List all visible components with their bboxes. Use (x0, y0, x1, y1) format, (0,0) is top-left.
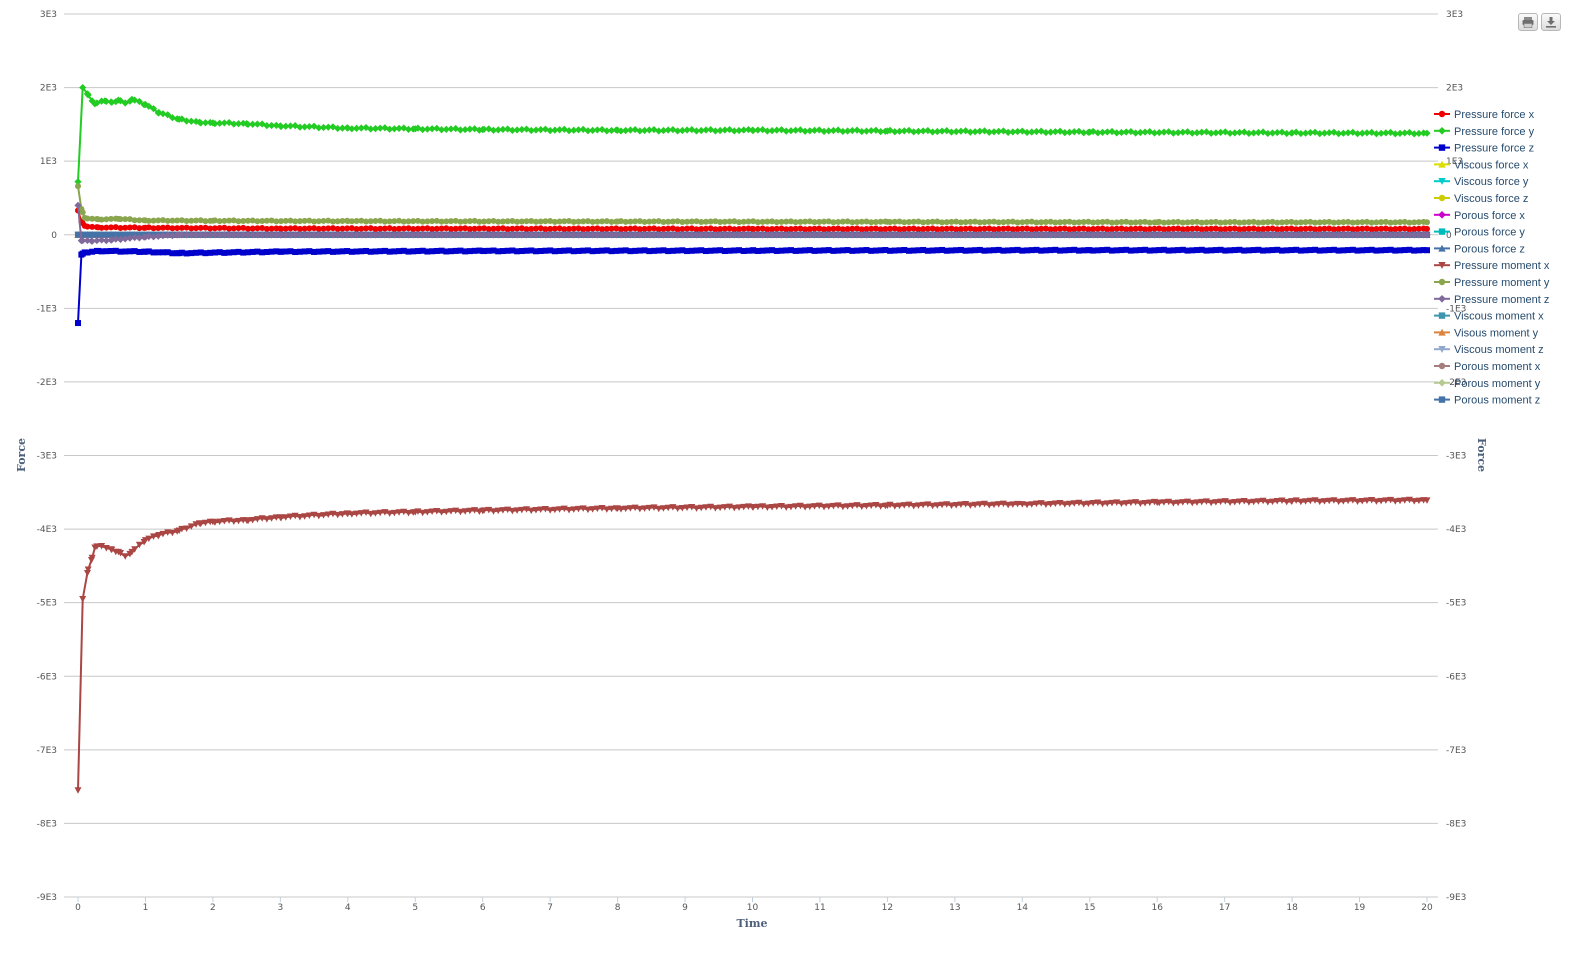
y-tick-label: 1E3 (40, 157, 57, 167)
x-tick-label: 3 (277, 903, 283, 913)
x-tick-label: 8 (615, 903, 621, 913)
y-tick-label-right: -9E3 (1446, 893, 1466, 903)
data-point (79, 209, 86, 216)
series-lines (74, 83, 1431, 794)
y-tick-label-right: -5E3 (1446, 599, 1466, 609)
x-tick-label: 10 (747, 903, 759, 913)
y-tick-label-right: -6E3 (1446, 672, 1466, 682)
x-tick-label: 0 (75, 903, 81, 913)
y-tick-label-right: 2E3 (1446, 84, 1463, 94)
grid-lines (64, 13, 1438, 898)
y-tick-label-right: 3E3 (1446, 10, 1463, 20)
x-tick-label: 2 (210, 903, 216, 913)
x-tick-label: 18 (1286, 903, 1298, 913)
y-tick-label: -9E3 (37, 893, 57, 903)
y-tick-label-right: -4E3 (1446, 525, 1466, 535)
x-tick-label: 4 (345, 903, 351, 913)
series-pressure-moment-x (74, 496, 1431, 794)
y-tick-label: 3E3 (40, 10, 57, 20)
force-time-chart: 3E3 2E3 1E3 0 -1E3 -2E3 -3E3 -4E3 -5E3 -6E3 -7E3 -8… (15, 10, 1550, 930)
data-point (74, 787, 82, 794)
data-point (121, 553, 129, 560)
y-tick-label: -6E3 (37, 672, 57, 682)
y-tick-label: -7E3 (37, 746, 57, 756)
x-tick-label: 1 (143, 903, 149, 913)
x-tick-label: 6 (480, 903, 486, 913)
x-tick-label: 17 (1219, 903, 1230, 913)
data-point (79, 595, 87, 603)
y-tick-label: -1E3 (37, 304, 57, 314)
series-pressure-force-z (75, 246, 1430, 327)
data-point (1424, 247, 1430, 254)
data-point (1424, 225, 1430, 232)
y-tick-label: 0 (51, 231, 57, 241)
y-tick-label-right: -7E3 (1446, 746, 1466, 756)
y-tick-label: -3E3 (37, 452, 57, 462)
x-tick-label: 9 (682, 903, 688, 913)
x-tick-label: 14 (1017, 903, 1029, 913)
series-pressure-moment-y (75, 183, 1430, 226)
x-axis-ticks: 0 1 2 3 4 5 6 7 8 9 10 11 12 13 14 15 16 17 18 19 20 (75, 897, 1433, 913)
data-point (75, 320, 81, 327)
x-tick-label: 12 (882, 903, 893, 913)
data-point (75, 183, 81, 190)
x-tick-label: 16 (1151, 903, 1163, 913)
y-tick-label: -8E3 (37, 819, 57, 829)
x-tick-label: 11 (814, 903, 825, 913)
x-tick-label: 15 (1084, 903, 1095, 913)
y-tick-label: 2E3 (40, 84, 57, 94)
y-axis-left-ticks: 3E3 2E3 1E3 0 -1E3 -2E3 -3E3 -4E3 -5E3 -6E3 -7E3 -8… (37, 10, 58, 903)
y-tick-label: -5E3 (37, 599, 57, 609)
series-line (77, 498, 1428, 791)
series-line (77, 186, 1428, 224)
x-tick-label: 13 (949, 903, 960, 913)
y-tick-label: -2E3 (37, 378, 57, 388)
series-pressure-force-y (74, 83, 1431, 186)
series-line (77, 248, 1428, 324)
y-tick-label: -4E3 (37, 525, 57, 535)
x-tick-label: 19 (1354, 903, 1366, 913)
x-tick-label: 5 (412, 903, 418, 913)
y-tick-label-right: -3E3 (1446, 452, 1466, 462)
x-tick-label: 20 (1421, 903, 1433, 913)
y-tick-label-right: -8E3 (1446, 819, 1466, 829)
x-tick-label: 7 (547, 903, 553, 913)
